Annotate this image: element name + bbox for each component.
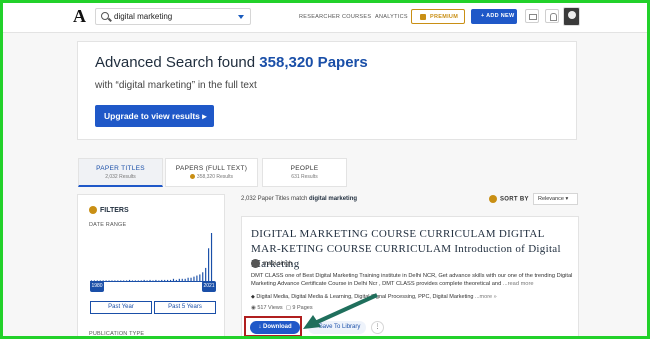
lock-icon <box>189 174 195 180</box>
search-icon <box>101 12 109 20</box>
academia-logo[interactable]: A <box>73 6 86 27</box>
search-query-text: digital marketing <box>114 12 173 21</box>
match-summary: 2,032 Paper Titles match digital marketi… <box>241 196 357 202</box>
date-range-label: DATE RANGE <box>89 222 127 228</box>
tab-count: 358,320 Results <box>166 174 257 180</box>
tab-title: PEOPLE <box>290 165 319 172</box>
download-highlight-box <box>244 316 302 336</box>
tab-papers-full-text[interactable]: PAPERS (FULL TEXT) 358,320 Results <box>165 158 258 187</box>
paper-author[interactable]: mahi singh <box>251 259 292 268</box>
mail-icon[interactable] <box>525 9 539 23</box>
filter-icon <box>89 206 97 214</box>
top-navigation-bar: A digital marketing RESEARCHER COURSES A… <box>3 3 647 33</box>
annotation-arrow-icon <box>303 293 378 329</box>
search-subtitle: with “digital marketing” in the full tex… <box>95 80 257 91</box>
match-query: digital marketing <box>309 196 358 202</box>
date-slider-track[interactable] <box>90 281 213 282</box>
add-new-label: + ADD NEW <box>481 13 515 19</box>
past-year-button[interactable]: Past Year <box>90 301 152 314</box>
tab-count-text: 358,320 Results <box>196 174 234 180</box>
upgrade-label: Upgrade to view results ▸ <box>104 111 207 121</box>
views-count: 517 Views <box>257 305 283 311</box>
screenshot-frame: A digital marketing RESEARCHER COURSES A… <box>0 0 650 339</box>
search-summary-card: Advanced Search found 358,320 Papers wit… <box>77 41 577 140</box>
sort-label-text: SORT BY <box>500 196 529 203</box>
filters-heading: FILTERS <box>89 206 129 214</box>
paper-snippet: DMT CLASS one of Best Digital Marketing … <box>251 272 576 288</box>
search-input[interactable]: digital marketing <box>95 8 251 25</box>
past-5-years-button[interactable]: Past 5 Years <box>154 301 216 314</box>
end-year-handle[interactable]: 2021 <box>202 281 216 292</box>
tab-title: PAPER TITLES <box>96 165 145 172</box>
document-icon: ▢ <box>285 305 291 311</box>
page-title: Advanced Search found 358,320 Papers <box>95 54 368 71</box>
histogram-bar <box>202 272 204 281</box>
bell-icon[interactable] <box>545 9 559 23</box>
sort-by-label: SORT BY <box>489 195 529 203</box>
sort-select[interactable]: Relevance ▾ <box>533 193 578 205</box>
date-histogram <box>90 233 213 281</box>
filters-panel: FILTERS DATE RANGE 1980 2021 Past Year P… <box>77 194 225 337</box>
result-count: 358,320 Papers <box>259 54 368 71</box>
start-year-handle[interactable]: 1980 <box>90 281 104 292</box>
paper-title[interactable]: DIGITAL MARKETING COURSE CURRICULAM DIGI… <box>251 227 569 272</box>
histogram-bar <box>210 233 213 281</box>
sort-icon <box>489 195 497 203</box>
nav-analytics[interactable]: ANALYTICS <box>375 14 408 20</box>
premium-label: PREMIUM <box>430 14 459 20</box>
author-name: mahi singh <box>263 261 293 268</box>
publication-type-label: PUBLICATION TYPE <box>89 331 145 337</box>
title-prefix: Advanced Search found <box>95 54 260 71</box>
tab-paper-titles[interactable]: PAPER TITLES 2,032 Results <box>78 158 163 187</box>
avatar[interactable] <box>563 7 580 26</box>
tags-more-link[interactable]: ...more » <box>475 294 497 300</box>
lock-icon <box>420 14 426 20</box>
read-more-link[interactable]: ...read more <box>503 281 534 287</box>
histogram-bar <box>208 248 210 281</box>
nav-researcher[interactable]: RESEARCHER <box>299 14 340 20</box>
tag-icon: ◆ <box>251 294 255 300</box>
upgrade-button[interactable]: Upgrade to view results ▸ <box>95 105 214 127</box>
histogram-bar <box>205 267 207 281</box>
tab-count: 631 Results <box>291 174 318 180</box>
chevron-down-icon[interactable] <box>238 15 244 19</box>
tab-title: PAPERS (FULL TEXT) <box>175 165 248 172</box>
add-new-button[interactable]: + ADD NEW <box>471 9 517 24</box>
tab-people[interactable]: PEOPLE 631 Results <box>262 158 347 187</box>
filters-title: FILTERS <box>100 206 129 214</box>
nav-courses[interactable]: COURSES <box>342 14 371 20</box>
eye-icon: ◉ <box>251 305 256 311</box>
author-avatar <box>251 259 260 268</box>
premium-button[interactable]: PREMIUM <box>411 9 465 24</box>
tab-count: 2,032 Results <box>105 174 136 180</box>
match-prefix: 2,032 Paper Titles match <box>241 196 310 202</box>
